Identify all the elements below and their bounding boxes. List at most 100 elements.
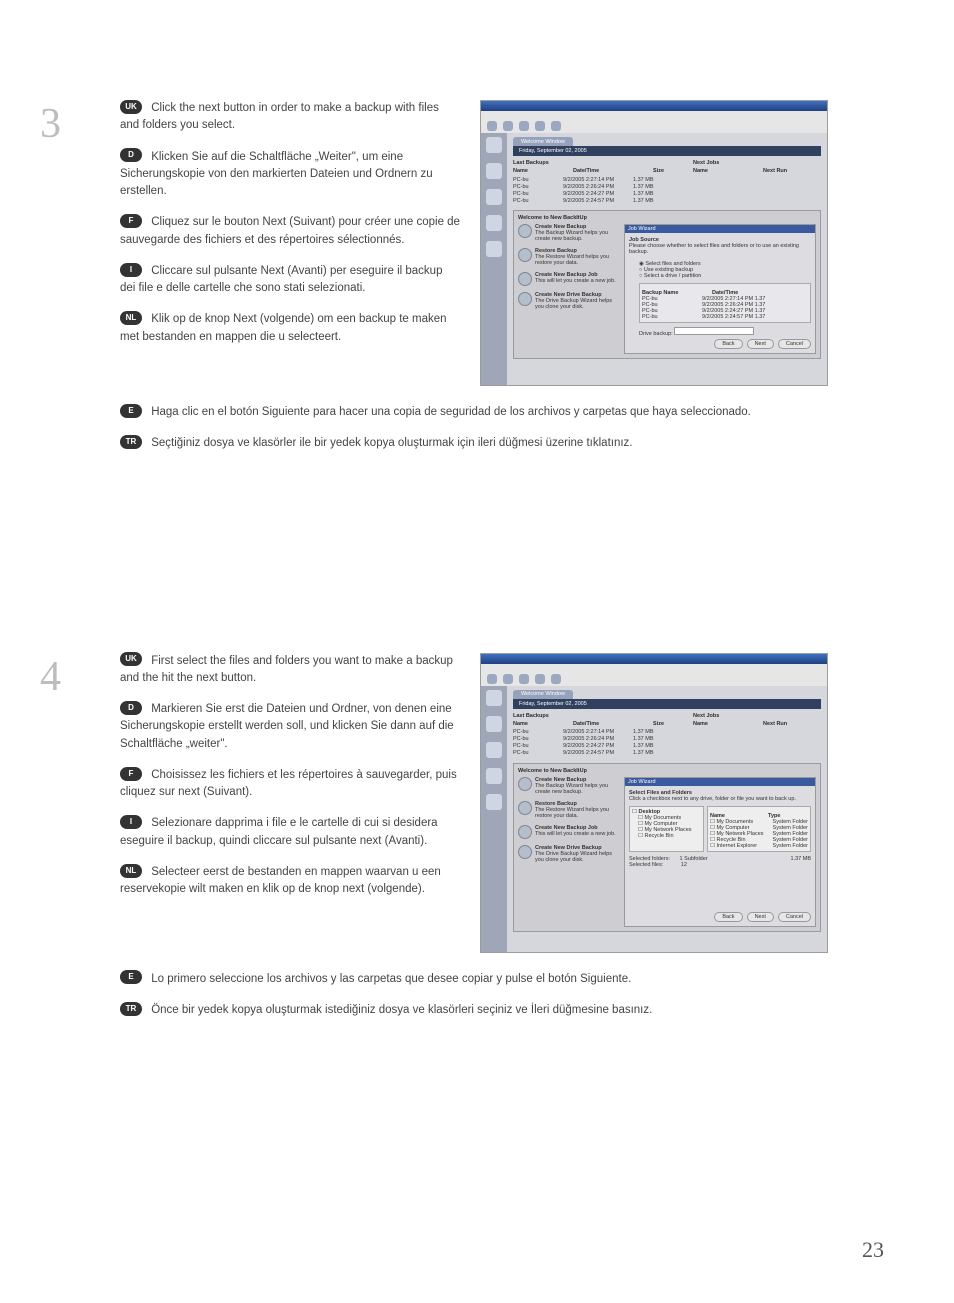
col-next-run: Next Run	[763, 168, 787, 174]
col-size: Size	[653, 721, 683, 727]
list-item[interactable]: ☐ Internet Explorer System Folder	[710, 843, 808, 849]
drive-backup-select[interactable]	[674, 327, 754, 335]
wizard-option[interactable]: Create New Drive BackupThe Drive Backup …	[518, 292, 618, 310]
back-button[interactable]: Back	[714, 339, 742, 349]
toolbar-icon[interactable]	[551, 121, 561, 131]
table-row[interactable]: PC-bu9/2/2005 2:24:57 PM1.37 MB	[513, 197, 683, 204]
wizard-icon	[518, 248, 532, 262]
window-menubar	[481, 111, 827, 119]
step4-f-text: Choisissez les fichiers et les répertoir…	[120, 769, 457, 798]
step4-uk-text: First select the files and folders you w…	[120, 655, 453, 684]
wizard-option[interactable]: Create New BackupThe Backup Wizard helps…	[518, 224, 618, 242]
toolbar-icon[interactable]	[535, 674, 545, 684]
backup-list: PC-bu9/2/2005 2:27:14 PM1.37 MB PC-bu9/2…	[513, 176, 683, 204]
step4-screenshot: Welcome Window Friday, September 02, 200…	[480, 653, 828, 953]
toolbar-icon[interactable]	[535, 121, 545, 131]
step3-e-text: Haga clic en el botón Siguiente para hac…	[151, 406, 751, 418]
wizard-icon	[518, 777, 532, 791]
toolbar-icon[interactable]	[487, 121, 497, 131]
col-next-name: Name	[693, 721, 753, 727]
welcome-tab[interactable]: Welcome Window	[513, 137, 573, 146]
table-row[interactable]: PC-bu9/2/2005 2:26:24 PM1.37 MB	[513, 736, 683, 743]
sidebar-icon[interactable]	[486, 716, 502, 732]
step3-uk: UK Click the next button in order to mak…	[120, 100, 460, 135]
sidebar	[481, 686, 507, 952]
file-list[interactable]: NameType ☐ My Documents System Folder ☐ …	[707, 806, 811, 852]
toolbar-icon[interactable]	[503, 674, 513, 684]
sidebar-icon[interactable]	[486, 768, 502, 784]
step4-f: F Choisissez les fichiers et les réperto…	[120, 767, 460, 802]
step-4: 4 UK First select the files and folders …	[60, 653, 894, 1020]
toolbar-icon[interactable]	[519, 121, 529, 131]
next-button[interactable]: Next	[747, 339, 774, 349]
next-jobs-label: Next Jobs	[693, 160, 821, 166]
table-row[interactable]: PC-bu9/2/2005 2:24:27 PM1.37 MB	[513, 190, 683, 197]
wizard-option[interactable]: Create New BackupThe Backup Wizard helps…	[518, 777, 618, 795]
step4-uk: UK First select the files and folders yo…	[120, 653, 460, 688]
page-number: 23	[862, 1237, 884, 1263]
step-number-3: 3	[40, 100, 61, 148]
sidebar-icon[interactable]	[486, 137, 502, 153]
main-panel: Welcome Window Friday, September 02, 200…	[507, 686, 827, 952]
wizard-option[interactable]: Create New Backup JobThis will let you c…	[518, 272, 618, 286]
sidebar-icon[interactable]	[486, 690, 502, 706]
lang-pill-nl: NL	[120, 311, 142, 325]
lang-pill-tr: TR	[120, 435, 142, 449]
table-row[interactable]: PC-bu9/2/2005 2:24:57 PM1.37 MB	[513, 750, 683, 757]
wizard-icon	[518, 825, 532, 839]
wizard-option[interactable]: Create New Drive BackupThe Drive Backup …	[518, 845, 618, 863]
wizard-icon	[518, 292, 532, 306]
table-row[interactable]: PC-bu9/2/2005 2:24:57 PM 1.37	[642, 314, 808, 320]
lang-pill-f: F	[120, 767, 142, 781]
wizard-option[interactable]: Restore BackupThe Restore Wizard helps y…	[518, 248, 618, 266]
wizard-icon	[518, 845, 532, 859]
sidebar-icon[interactable]	[486, 241, 502, 257]
col-next-run: Next Run	[763, 721, 787, 727]
toolbar-icon[interactable]	[519, 674, 529, 684]
wizard-panel: Welcome to New BackItUp Create New Backu…	[513, 210, 821, 359]
step3-d: D Klicken Sie auf die Schaltfläche „Weit…	[120, 149, 460, 201]
welcome-tab[interactable]: Welcome Window	[513, 690, 573, 699]
step4-tr-text: Önce bir yedek kopya oluşturmak istediği…	[151, 1004, 652, 1016]
wizard-option[interactable]: Restore BackupThe Restore Wizard helps y…	[518, 801, 618, 819]
cancel-button[interactable]: Cancel	[778, 912, 811, 922]
step4-i: I Selezionare dapprima i file e le carte…	[120, 815, 460, 850]
table-row[interactable]: PC-bu9/2/2005 2:24:27 PM1.37 MB	[513, 743, 683, 750]
table-row[interactable]: PC-bu9/2/2005 2:27:14 PM1.37 MB	[513, 729, 683, 736]
sidebar-icon[interactable]	[486, 189, 502, 205]
wizard-option[interactable]: Create New Backup JobThis will let you c…	[518, 825, 618, 839]
toolbar-icon[interactable]	[503, 121, 513, 131]
toolbar-icon[interactable]	[551, 674, 561, 684]
window-titlebar	[481, 101, 827, 111]
window-toolbar	[481, 119, 827, 133]
lang-pill-d: D	[120, 148, 142, 162]
folder-tree[interactable]: ☐ Desktop ☐ My Documents ☐ My Computer ☐…	[629, 806, 704, 852]
selected-files-label: Selected files:	[629, 862, 663, 868]
sidebar-icon[interactable]	[486, 742, 502, 758]
next-button[interactable]: Next	[747, 912, 774, 922]
col-date: Date/Time	[573, 168, 643, 174]
cancel-button[interactable]: Cancel	[778, 339, 811, 349]
sidebar-icon[interactable]	[486, 215, 502, 231]
window-titlebar	[481, 654, 827, 664]
lang-pill-f: F	[120, 214, 142, 228]
sidebar-icon[interactable]	[486, 794, 502, 810]
step-3: 3 UK Click the next button in order to m…	[60, 100, 894, 453]
table-row[interactable]: PC-bu9/2/2005 2:27:14 PM1.37 MB	[513, 176, 683, 183]
col-name: Name	[513, 721, 563, 727]
toolbar-icon[interactable]	[487, 674, 497, 684]
lang-pill-tr: TR	[120, 1002, 142, 1016]
wizard-icon	[518, 272, 532, 286]
back-button[interactable]: Back	[714, 912, 742, 922]
sidebar	[481, 133, 507, 385]
sidebar-icon[interactable]	[486, 163, 502, 179]
dialog-titlebar: Job Wizard	[625, 225, 815, 233]
lang-pill-uk: UK	[120, 100, 142, 114]
step3-i: I Cliccare sul pulsante Next (Avanti) pe…	[120, 263, 460, 298]
radio-option[interactable]: ○ Select a drive / partition	[639, 273, 811, 279]
tree-item[interactable]: ☐ Recycle Bin	[632, 833, 701, 839]
step3-uk-text: Click the next button in order to make a…	[120, 102, 439, 131]
step4-tr: TR Önce bir yedek kopya oluşturmak isted…	[120, 1002, 840, 1019]
dialog-step-sub: Click a checkbox next to any drive, fold…	[629, 796, 796, 802]
table-row[interactable]: PC-bu9/2/2005 2:26:24 PM1.37 MB	[513, 183, 683, 190]
